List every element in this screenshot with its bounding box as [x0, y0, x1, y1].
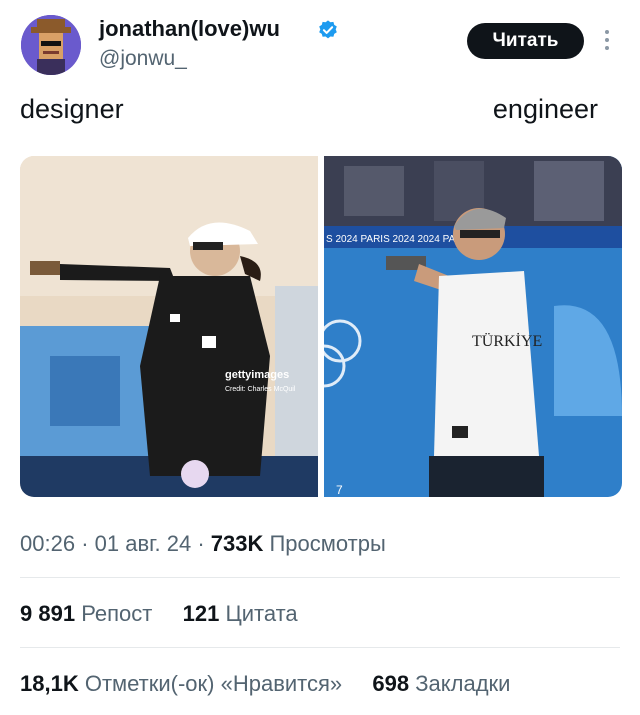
- likes-label: Отметки(-ок) «Нравится»: [84, 671, 343, 696]
- tweet-time[interactable]: 00:26: [20, 531, 75, 556]
- reposts-label: Репост: [81, 601, 153, 626]
- author-avatar[interactable]: [21, 15, 81, 75]
- tweet-media[interactable]: gettyimages Credit: Charles McQuil S 202…: [20, 156, 622, 497]
- bookmarks-count: 698: [372, 671, 410, 696]
- bookmarks-label: Закладки: [415, 671, 511, 696]
- views-label: Просмотры: [269, 531, 386, 556]
- reposts-count: 9 891: [20, 601, 76, 626]
- verified-badge-icon: [319, 20, 337, 39]
- meta-separator: ·: [81, 531, 95, 556]
- photo-left[interactable]: gettyimages Credit: Charles McQuil: [20, 156, 318, 497]
- tweet-date[interactable]: 01 авг. 24: [95, 531, 192, 556]
- likes-count: 18,1K: [20, 671, 79, 696]
- quotes-label: Цитата: [225, 601, 298, 626]
- views-count: 733K: [210, 531, 264, 556]
- author-handle[interactable]: @jonwu_: [99, 47, 187, 71]
- getty-credit: Credit: Charles McQuil: [225, 386, 296, 393]
- getty-watermark: gettyimages: [225, 369, 289, 381]
- meta-separator: ·: [197, 531, 211, 556]
- stats-row-reposts: 9 891 Репост 121 Цитата: [20, 601, 298, 627]
- reposts-stat[interactable]: 9 891 Репост: [20, 601, 152, 626]
- tweet-header: jonathan(love)wu @jonwu_ Читать: [0, 0, 640, 90]
- more-vertical-icon[interactable]: [600, 30, 614, 52]
- tweet-meta: 00:26 · 01 авг. 24 · 733K Просмотры: [20, 531, 386, 557]
- photo-icon: S 2024 PARIS 2024 2024 PARIS 2024 TÜRKİY…: [324, 156, 622, 497]
- stats-row-likes: 18,1K Отметки(-ок) «Нравится» 698 Заклад…: [20, 671, 510, 697]
- tweet-text-left: designer: [20, 94, 124, 124]
- divider: [20, 647, 620, 648]
- follow-button[interactable]: Читать: [467, 23, 584, 59]
- quotes-count: 121: [182, 601, 220, 626]
- photo-icon: gettyimages Credit: Charles McQuil: [20, 156, 318, 497]
- pixel-art-cowboy-avatar-icon: [21, 15, 81, 75]
- tweet-text-right: engineer: [492, 94, 598, 124]
- author-display-name[interactable]: jonathan(love)wu: [99, 16, 280, 42]
- divider: [20, 577, 620, 578]
- photo-right[interactable]: S 2024 PARIS 2024 2024 PARIS 2024 TÜRKİY…: [324, 156, 622, 497]
- tweet-text: designer engineer: [20, 94, 598, 125]
- corner-number: 7: [336, 483, 343, 497]
- likes-stat[interactable]: 18,1K Отметки(-ок) «Нравится»: [20, 671, 342, 696]
- bookmarks-stat[interactable]: 698 Закладки: [372, 671, 510, 696]
- quotes-stat[interactable]: 121 Цитата: [183, 601, 298, 626]
- turkiye-shirt-text: TÜRKİYE: [472, 332, 542, 350]
